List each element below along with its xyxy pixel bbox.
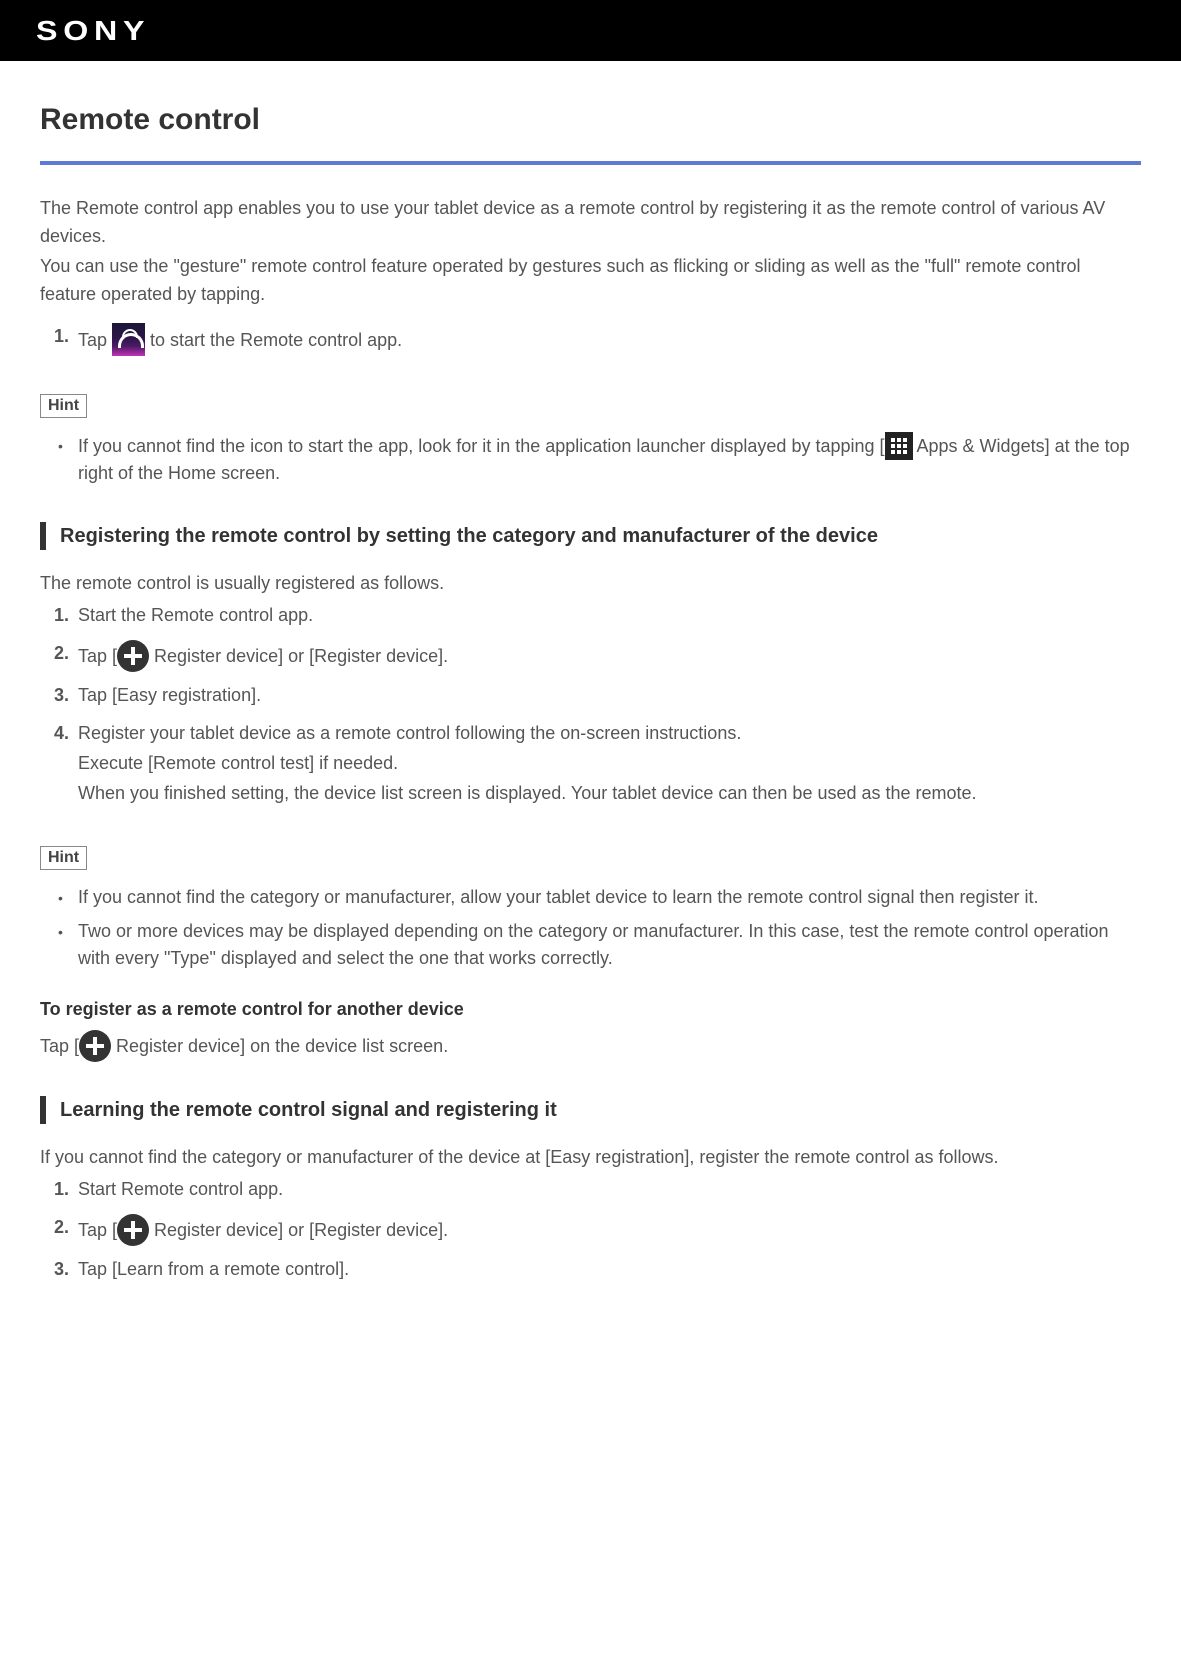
section2-steps: 1. Start Remote control app. 2. Tap [ Re…	[40, 1176, 1141, 1284]
hint-item: Two or more devices may be displayed dep…	[70, 918, 1141, 974]
sony-logo: SONY	[36, 15, 150, 47]
step: 2. Tap [ Register device] or [Register d…	[54, 640, 1141, 672]
step: 3. Tap [Easy registration].	[54, 682, 1141, 710]
title-rule	[40, 161, 1141, 165]
subp1: Tap [ Register device] on the device lis…	[40, 1030, 1141, 1062]
header-bar: SONY	[0, 0, 1181, 61]
page-title: Remote control	[40, 103, 1141, 137]
hint-item: If you cannot find the icon to start the…	[70, 432, 1141, 489]
plus-icon	[117, 1214, 149, 1246]
section-heading-registering: Registering the remote control by settin…	[40, 522, 1141, 550]
hint-list-2: If you cannot find the category or manuf…	[40, 884, 1141, 974]
step: 1. Start Remote control app.	[54, 1176, 1141, 1204]
section-heading-learning: Learning the remote control signal and r…	[40, 1096, 1141, 1124]
apps-grid-icon	[885, 432, 913, 460]
sub-heading-another-device: To register as a remote control for anot…	[40, 999, 1141, 1020]
plus-icon	[117, 640, 149, 672]
plus-icon	[79, 1030, 111, 1062]
hint-label: Hint	[40, 394, 87, 418]
hint-label: Hint	[40, 846, 87, 870]
step: 2. Tap [ Register device] or [Register d…	[54, 1214, 1141, 1246]
hint-list-1: If you cannot find the icon to start the…	[40, 432, 1141, 489]
section1-steps: 1. Start the Remote control app. 2. Tap …	[40, 602, 1141, 807]
hint-item: If you cannot find the category or manuf…	[70, 884, 1141, 912]
section1-para: The remote control is usually registered…	[40, 570, 1141, 598]
step: 3. Tap [Learn from a remote control].	[54, 1256, 1141, 1284]
remote-app-icon	[112, 323, 145, 356]
intro-paragraph-2: You can use the "gesture" remote control…	[40, 253, 1141, 309]
intro-paragraph-1: The Remote control app enables you to us…	[40, 195, 1141, 251]
section2-para: If you cannot find the category or manuf…	[40, 1144, 1141, 1172]
intro-steps: 1. Tap to start the Remote control app.	[40, 323, 1141, 356]
step: 1. Start the Remote control app.	[54, 602, 1141, 630]
step: 4. Register your tablet device as a remo…	[54, 720, 1141, 808]
intro-step-1: 1. Tap to start the Remote control app.	[54, 323, 1141, 356]
content-area: Remote control The Remote control app en…	[0, 61, 1181, 1340]
